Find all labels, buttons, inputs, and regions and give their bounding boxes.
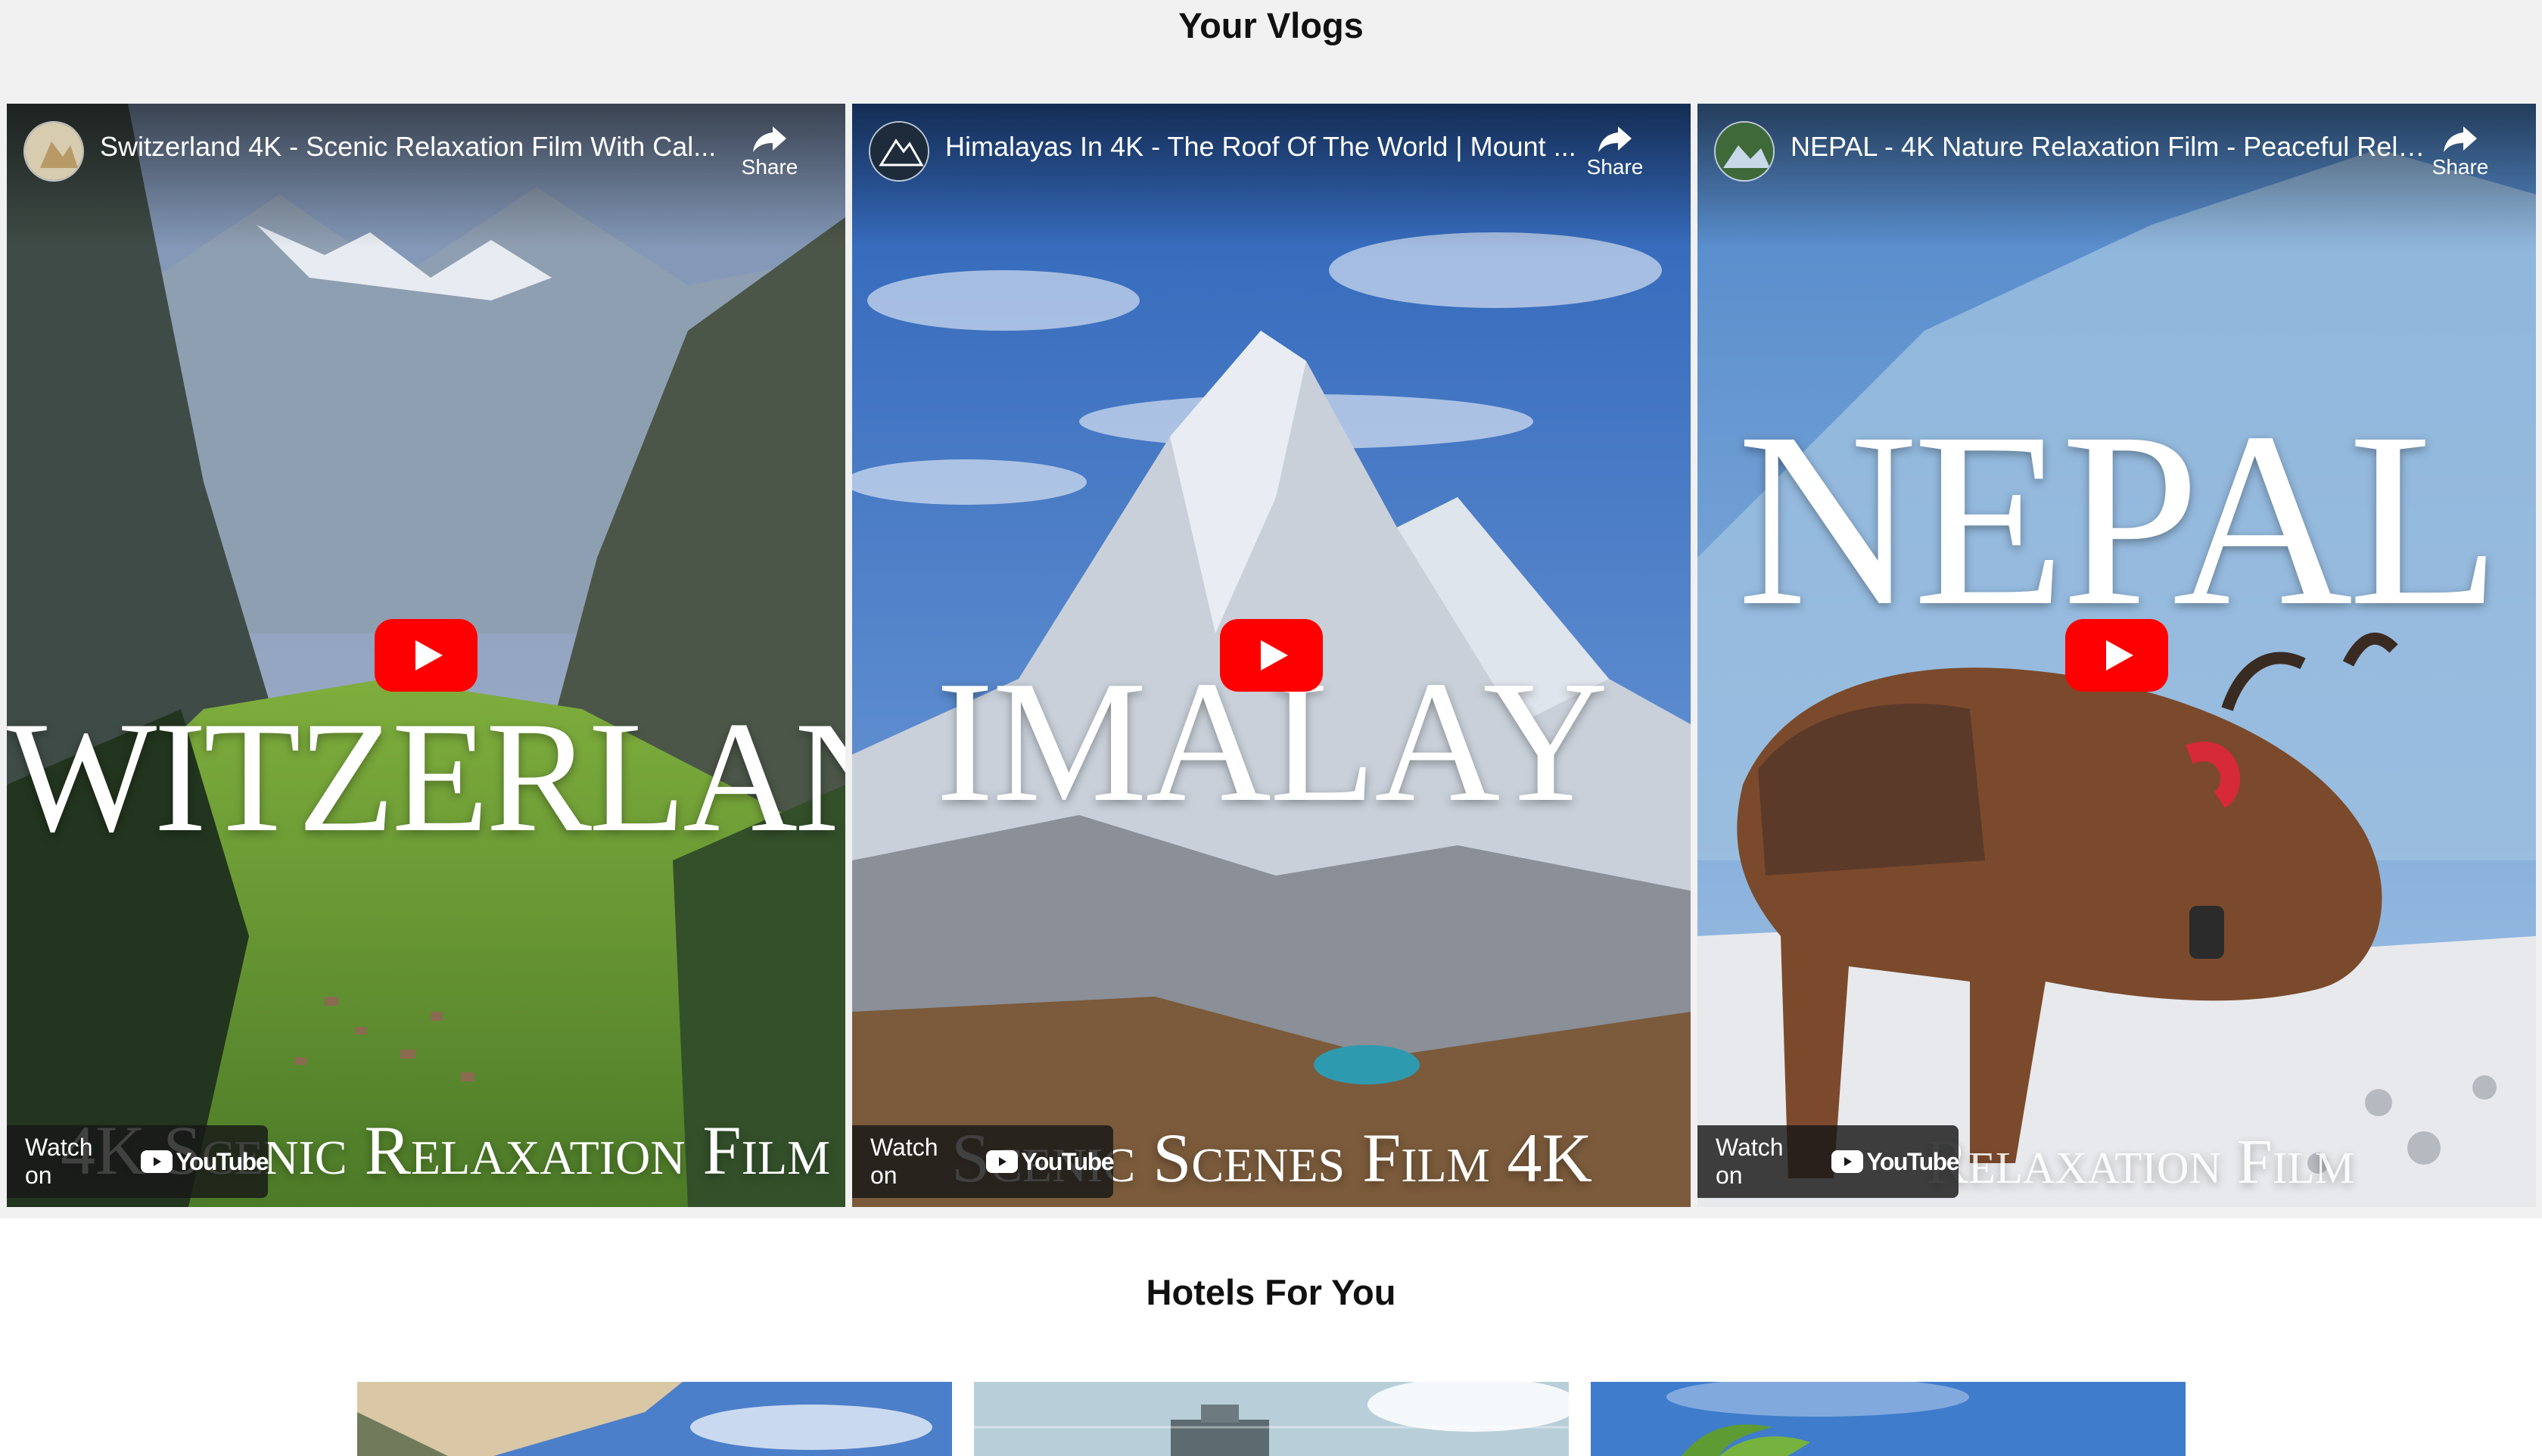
- channel-avatar[interactable]: [1714, 121, 1775, 182]
- watch-on-label: Watch on: [870, 1134, 938, 1189]
- watch-on-youtube-button[interactable]: Watch on YouTube: [852, 1125, 1114, 1198]
- channel-avatar[interactable]: [869, 121, 929, 182]
- play-icon[interactable]: [2065, 619, 2168, 692]
- video-embed-switzerland[interactable]: WITZERLAN 4K Scenic Relaxation Film Swit…: [7, 104, 845, 1207]
- hotel-card[interactable]: [1591, 1382, 2186, 1456]
- share-label: Share: [2432, 155, 2489, 179]
- share-button[interactable]: Share: [1579, 123, 1651, 199]
- youtube-icon: [141, 1150, 173, 1173]
- title-shade: [7, 104, 845, 247]
- hotels-heading: Hotels For You: [1146, 1272, 1396, 1312]
- youtube-wordmark: YouTube: [1021, 1147, 1114, 1175]
- video-title[interactable]: NEPAL - 4K Nature Relaxation Film - Peac…: [1791, 131, 2426, 163]
- hotel-image: [1591, 1382, 2186, 1456]
- video-embed-himalayas[interactable]: IMALAY Scenic Scenes Film 4K Himalayas I…: [852, 104, 1691, 1207]
- youtube-wordmark: YouTube: [176, 1147, 269, 1175]
- video-title[interactable]: Switzerland 4K - Scenic Relaxation Film …: [100, 131, 736, 163]
- share-button[interactable]: Share: [733, 123, 806, 199]
- youtube-logo: YouTube: [141, 1147, 269, 1176]
- channel-avatar[interactable]: [23, 121, 84, 182]
- thumbnail-title-text: WITZERLAN: [7, 689, 845, 865]
- hotel-image: [974, 1382, 1569, 1456]
- watch-on-youtube-button[interactable]: Watch on YouTube: [1697, 1125, 1959, 1198]
- hotel-card[interactable]: [357, 1382, 952, 1456]
- play-icon[interactable]: [375, 619, 478, 692]
- youtube-wordmark: YouTube: [1866, 1147, 1959, 1175]
- hotel-card[interactable]: [974, 1382, 1569, 1456]
- youtube-icon: [1831, 1150, 1864, 1173]
- title-shade: [1697, 104, 2536, 247]
- youtube-logo: YouTube: [1831, 1148, 1959, 1176]
- share-icon: [2444, 126, 2477, 152]
- watch-on-label: Watch on: [1716, 1134, 1784, 1189]
- hotel-image: [357, 1382, 952, 1456]
- watch-on-label: Watch on: [25, 1134, 93, 1189]
- watch-on-youtube-button[interactable]: Watch on YouTube: [7, 1125, 269, 1198]
- share-icon: [753, 126, 786, 152]
- share-icon: [1598, 126, 1632, 152]
- share-label: Share: [1586, 155, 1644, 179]
- play-icon[interactable]: [1220, 619, 1323, 692]
- youtube-icon: [986, 1150, 1019, 1173]
- title-shade: [852, 104, 1691, 247]
- youtube-logo: YouTube: [986, 1147, 1114, 1176]
- video-embed-nepal[interactable]: NEPAL Relaxation Film NEPAL - 4K Nature …: [1697, 104, 2536, 1207]
- video-title[interactable]: Himalayas In 4K - The Roof Of The World …: [945, 131, 1581, 163]
- share-button[interactable]: Share: [2424, 123, 2497, 199]
- share-label: Share: [741, 155, 798, 179]
- vlogs-heading: Your Vlogs: [1178, 5, 1364, 45]
- vlogs-section: Your Vlogs WITZERLAN 4K Scenic Relaxatio…: [0, 0, 2542, 1218]
